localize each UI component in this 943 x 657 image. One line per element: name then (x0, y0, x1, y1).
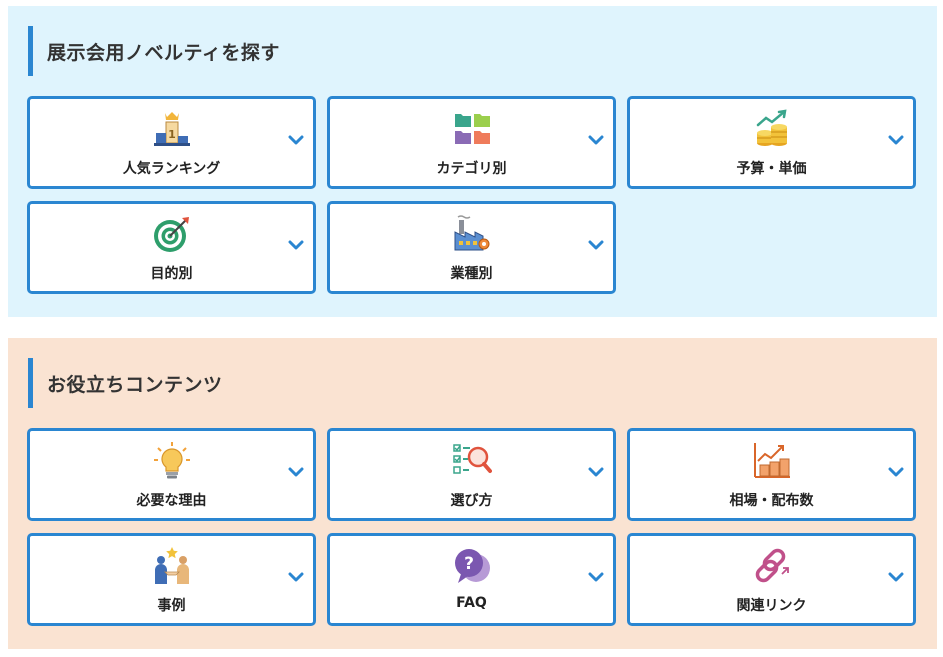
chevron-down-icon (588, 571, 604, 583)
card-by-category[interactable]: カテゴリ別 (327, 96, 616, 189)
chevron-down-icon (588, 134, 604, 146)
card-label: 目的別 (150, 266, 193, 282)
card-label: 関連リンク (736, 598, 807, 614)
section-heading: 展示会用ノベルティを探す (28, 26, 280, 76)
card-label: カテゴリ別 (436, 161, 507, 177)
chevron-down-icon (888, 571, 904, 583)
card-by-industry[interactable]: 業種別 (327, 201, 616, 294)
category-folders-icon (452, 109, 492, 149)
card-by-purpose[interactable]: 目的別 (27, 201, 316, 294)
svg-text:1: 1 (168, 128, 176, 141)
lightbulb-icon (152, 441, 192, 481)
factory-icon (452, 214, 492, 254)
budget-coins-icon (752, 109, 792, 149)
checklist-magnifier-icon (452, 441, 492, 481)
ranking-podium-icon: 1 (152, 109, 192, 149)
card-label: 予算・単価 (736, 161, 807, 177)
link-chain-icon (752, 546, 792, 586)
card-label: 相場・配布数 (729, 493, 814, 509)
card-label: 業種別 (450, 266, 493, 282)
card-label: 選び方 (450, 493, 493, 509)
chevron-down-icon (288, 466, 304, 478)
chevron-down-icon (288, 571, 304, 583)
card-label: 必要な理由 (136, 493, 207, 509)
card-how-to-choose[interactable]: 選び方 (327, 428, 616, 521)
target-dart-icon (152, 214, 192, 254)
novelty-search-section: 展示会用ノベルティを探す 1 人気ランキング カテゴリ別 予算・単価 目的別 業… (8, 6, 937, 317)
chevron-down-icon (588, 239, 604, 251)
card-budget-unit-price[interactable]: 予算・単価 (627, 96, 916, 189)
chevron-down-icon (888, 466, 904, 478)
chevron-down-icon (288, 134, 304, 146)
section-heading: お役立ちコンテンツ (28, 358, 223, 408)
card-label: 事例 (157, 598, 186, 614)
card-why-needed[interactable]: 必要な理由 (27, 428, 316, 521)
card-related-links[interactable]: 関連リンク (627, 533, 916, 626)
price-chart-icon (752, 441, 792, 481)
card-faq[interactable]: ? FAQ (327, 533, 616, 626)
card-popular-ranking[interactable]: 1 人気ランキング (27, 96, 316, 189)
card-label: 人気ランキング (122, 161, 221, 177)
card-market-price-distribution[interactable]: 相場・配布数 (627, 428, 916, 521)
chevron-down-icon (888, 134, 904, 146)
card-case-studies[interactable]: 事例 (27, 533, 316, 626)
useful-content-section: お役立ちコンテンツ 必要な理由 選び方 相場・配布数 事例 ? FAQ 関連リン… (8, 338, 937, 649)
card-label: FAQ (456, 595, 487, 611)
handshake-people-icon (152, 546, 192, 586)
faq-bubble-icon: ? (452, 546, 492, 586)
svg-text:?: ? (464, 554, 474, 574)
chevron-down-icon (288, 239, 304, 251)
chevron-down-icon (588, 466, 604, 478)
